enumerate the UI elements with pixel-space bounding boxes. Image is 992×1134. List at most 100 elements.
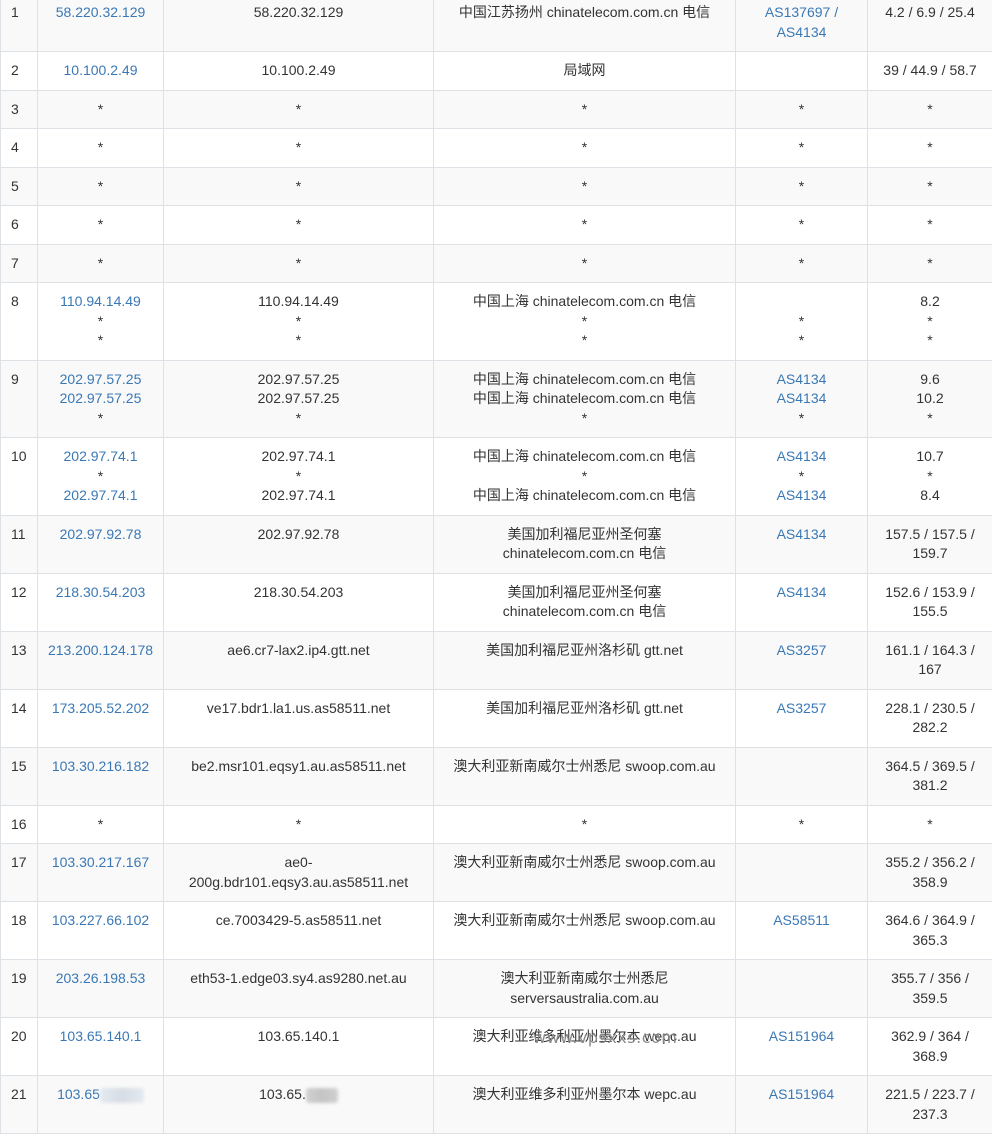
hop-asn-link[interactable]: AS4134 bbox=[736, 23, 867, 43]
hop-asn-link[interactable]: AS137697 / bbox=[736, 3, 867, 23]
hop-number: 2 bbox=[11, 61, 37, 81]
hop-ip-link[interactable]: 202.97.74.1 bbox=[38, 447, 163, 467]
hop-rtt-text: 237.3 bbox=[868, 1105, 992, 1125]
hop-location-cell: 澳大利亚维多利亚州墨尔本 wepc.au bbox=[434, 1076, 736, 1134]
hop-ip-link[interactable]: 202.97.57.25 bbox=[38, 389, 163, 409]
hop-hostname-text: ae6.cr7-lax2.ip4.gtt.net bbox=[164, 641, 433, 661]
hop-asn-link[interactable]: AS3257 bbox=[736, 641, 867, 661]
hop-asn-cell: AS151964 bbox=[736, 1018, 868, 1076]
hop-hostname-cell: 10.100.2.49 bbox=[164, 52, 434, 91]
hop-ip-cell: * bbox=[38, 129, 164, 168]
hop-asn-link[interactable]: AS4134 bbox=[736, 486, 867, 506]
hop-asn-link[interactable]: AS4134 bbox=[736, 525, 867, 545]
hop-asn-link[interactable]: AS4134 bbox=[736, 370, 867, 390]
table-row: 15103.30.216.182be2.msr101.eqsy1.au.as58… bbox=[1, 747, 992, 805]
hop-ip-link[interactable]: 203.26.198.53 bbox=[38, 969, 163, 989]
hop-ip-link[interactable]: 213.200.124.178 bbox=[38, 641, 163, 661]
hop-hostname-cell: ce.7003429-5.as58511.net bbox=[164, 902, 434, 960]
hop-rtt-text: 364.6 / 364.9 / bbox=[868, 911, 992, 931]
hop-hostname-text: 10.100.2.49 bbox=[164, 61, 433, 81]
hop-asn-text bbox=[736, 853, 867, 873]
hop-asn-cell: AS151964 bbox=[736, 1076, 868, 1134]
hop-ip-link[interactable]: 110.94.14.49 bbox=[38, 292, 163, 312]
hop-ip-link[interactable]: 173.205.52.202 bbox=[38, 699, 163, 719]
hop-rtt-text: 155.5 bbox=[868, 602, 992, 622]
hop-rtt-text: 157.5 / 157.5 / bbox=[868, 525, 992, 545]
hop-rtt-text: 368.9 bbox=[868, 1047, 992, 1067]
hop-rtt-text: * bbox=[868, 312, 992, 332]
table-row: 12218.30.54.203218.30.54.203美国加利福尼亚州圣何塞c… bbox=[1, 573, 992, 631]
hop-ip-link[interactable]: 202.97.74.1 bbox=[38, 486, 163, 506]
hop-location-text: 中国江苏扬州 chinatelecom.com.cn 电信 bbox=[434, 3, 735, 23]
hop-location-cell: 美国加利福尼亚州圣何塞chinatelecom.com.cn 电信 bbox=[434, 515, 736, 573]
hop-rtt-text: 364.5 / 369.5 / bbox=[868, 757, 992, 777]
hop-ip-cell: * bbox=[38, 805, 164, 844]
hop-ip-link[interactable]: 103.227.66.102 bbox=[38, 911, 163, 931]
hop-hostname-cell: 202.97.57.25202.97.57.25* bbox=[164, 360, 434, 438]
hop-ip-link[interactable]: 202.97.92.78 bbox=[38, 525, 163, 545]
hop-location-text: * bbox=[434, 312, 735, 332]
hop-ip-cell: 58.220.32.129 bbox=[38, 0, 164, 52]
hop-ip-text: * bbox=[38, 467, 163, 487]
hop-rtt-text: * bbox=[868, 215, 992, 235]
hop-asn-cell: AS4134AS4134* bbox=[736, 360, 868, 438]
hop-hostname-text: 103.65. bbox=[259, 1086, 306, 1102]
hop-hostname-cell: 58.220.32.129 bbox=[164, 0, 434, 52]
hop-ip-link[interactable]: 202.97.57.25 bbox=[38, 370, 163, 390]
hop-rtt-cell: 4.2 / 6.9 / 25.4 bbox=[868, 0, 992, 52]
hop-number: 10 bbox=[11, 447, 37, 467]
hop-ip-link[interactable]: 103.65 bbox=[57, 1086, 100, 1102]
hop-number: 16 bbox=[11, 815, 37, 835]
hop-location-cell: * bbox=[434, 90, 736, 129]
hop-location-text: * bbox=[434, 815, 735, 835]
hop-number-cell: 19 bbox=[1, 960, 38, 1018]
hop-number-cell: 2 bbox=[1, 52, 38, 91]
hop-ip-link[interactable]: 10.100.2.49 bbox=[38, 61, 163, 81]
hop-ip-text: * bbox=[38, 409, 163, 429]
hop-number-cell: 18 bbox=[1, 902, 38, 960]
hop-rtt-cell: 228.1 / 230.5 /282.2 bbox=[868, 689, 992, 747]
hop-number: 19 bbox=[11, 969, 37, 989]
hop-asn-link[interactable]: AS3257 bbox=[736, 699, 867, 719]
table-row: 210.100.2.4910.100.2.49局域网 39 / 44.9 / 5… bbox=[1, 52, 992, 91]
hop-ip-text: * bbox=[38, 815, 163, 835]
hop-number-cell: 21 bbox=[1, 1076, 38, 1134]
hop-asn-link[interactable]: AS151964 bbox=[736, 1027, 867, 1047]
hop-location-text: 中国上海 chinatelecom.com.cn 电信 bbox=[434, 370, 735, 390]
hop-number: 4 bbox=[11, 138, 37, 158]
hop-ip-link[interactable]: 218.30.54.203 bbox=[38, 583, 163, 603]
hop-rtt-cell: * bbox=[868, 244, 992, 283]
hop-asn-link[interactable]: AS4134 bbox=[736, 389, 867, 409]
hop-asn-cell: AS4134 bbox=[736, 515, 868, 573]
hop-hostname-text: 218.30.54.203 bbox=[164, 583, 433, 603]
hop-asn-link[interactable]: AS4134 bbox=[736, 447, 867, 467]
hop-asn-cell bbox=[736, 960, 868, 1018]
hop-location-cell: 澳大利亚新南威尔士州悉尼 swoop.com.au bbox=[434, 902, 736, 960]
hop-ip-cell: * bbox=[38, 90, 164, 129]
hop-asn-link[interactable]: AS58511 bbox=[736, 911, 867, 931]
hop-location-text: 澳大利亚维多利亚州墨尔本 wepc.au bbox=[434, 1085, 735, 1105]
hop-hostname-cell: * bbox=[164, 129, 434, 168]
hop-ip-link[interactable]: 103.30.216.182 bbox=[38, 757, 163, 777]
hop-hostname-text: be2.msr101.eqsy1.au.as58511.net bbox=[164, 757, 433, 777]
hop-ip-cell: 202.97.92.78 bbox=[38, 515, 164, 573]
hop-asn-link[interactable]: AS151964 bbox=[736, 1085, 867, 1105]
hop-asn-link[interactable]: AS4134 bbox=[736, 583, 867, 603]
hop-rtt-cell: 364.5 / 369.5 /381.2 bbox=[868, 747, 992, 805]
hop-location-text: 局域网 bbox=[434, 61, 735, 81]
hop-asn-cell: AS137697 /AS4134 bbox=[736, 0, 868, 52]
hop-hostname-text: ae0- bbox=[164, 853, 433, 873]
hop-hostname-text: 202.97.92.78 bbox=[164, 525, 433, 545]
hop-location-cell: 美国加利福尼亚州洛杉矶 gtt.net bbox=[434, 631, 736, 689]
hop-ip-link[interactable]: 58.220.32.129 bbox=[38, 3, 163, 23]
hop-number-cell: 13 bbox=[1, 631, 38, 689]
hop-ip-link[interactable]: 103.30.217.167 bbox=[38, 853, 163, 873]
table-row: 5***** bbox=[1, 167, 992, 206]
hop-hostname-text: 110.94.14.49 bbox=[164, 292, 433, 312]
hop-hostname-text: * bbox=[164, 215, 433, 235]
hop-number-cell: 10 bbox=[1, 438, 38, 516]
hop-asn-cell: AS4134*AS4134 bbox=[736, 438, 868, 516]
hop-number-cell: 6 bbox=[1, 206, 38, 245]
hop-rtt-text: * bbox=[868, 254, 992, 274]
hop-ip-link[interactable]: 103.65.140.1 bbox=[38, 1027, 163, 1047]
